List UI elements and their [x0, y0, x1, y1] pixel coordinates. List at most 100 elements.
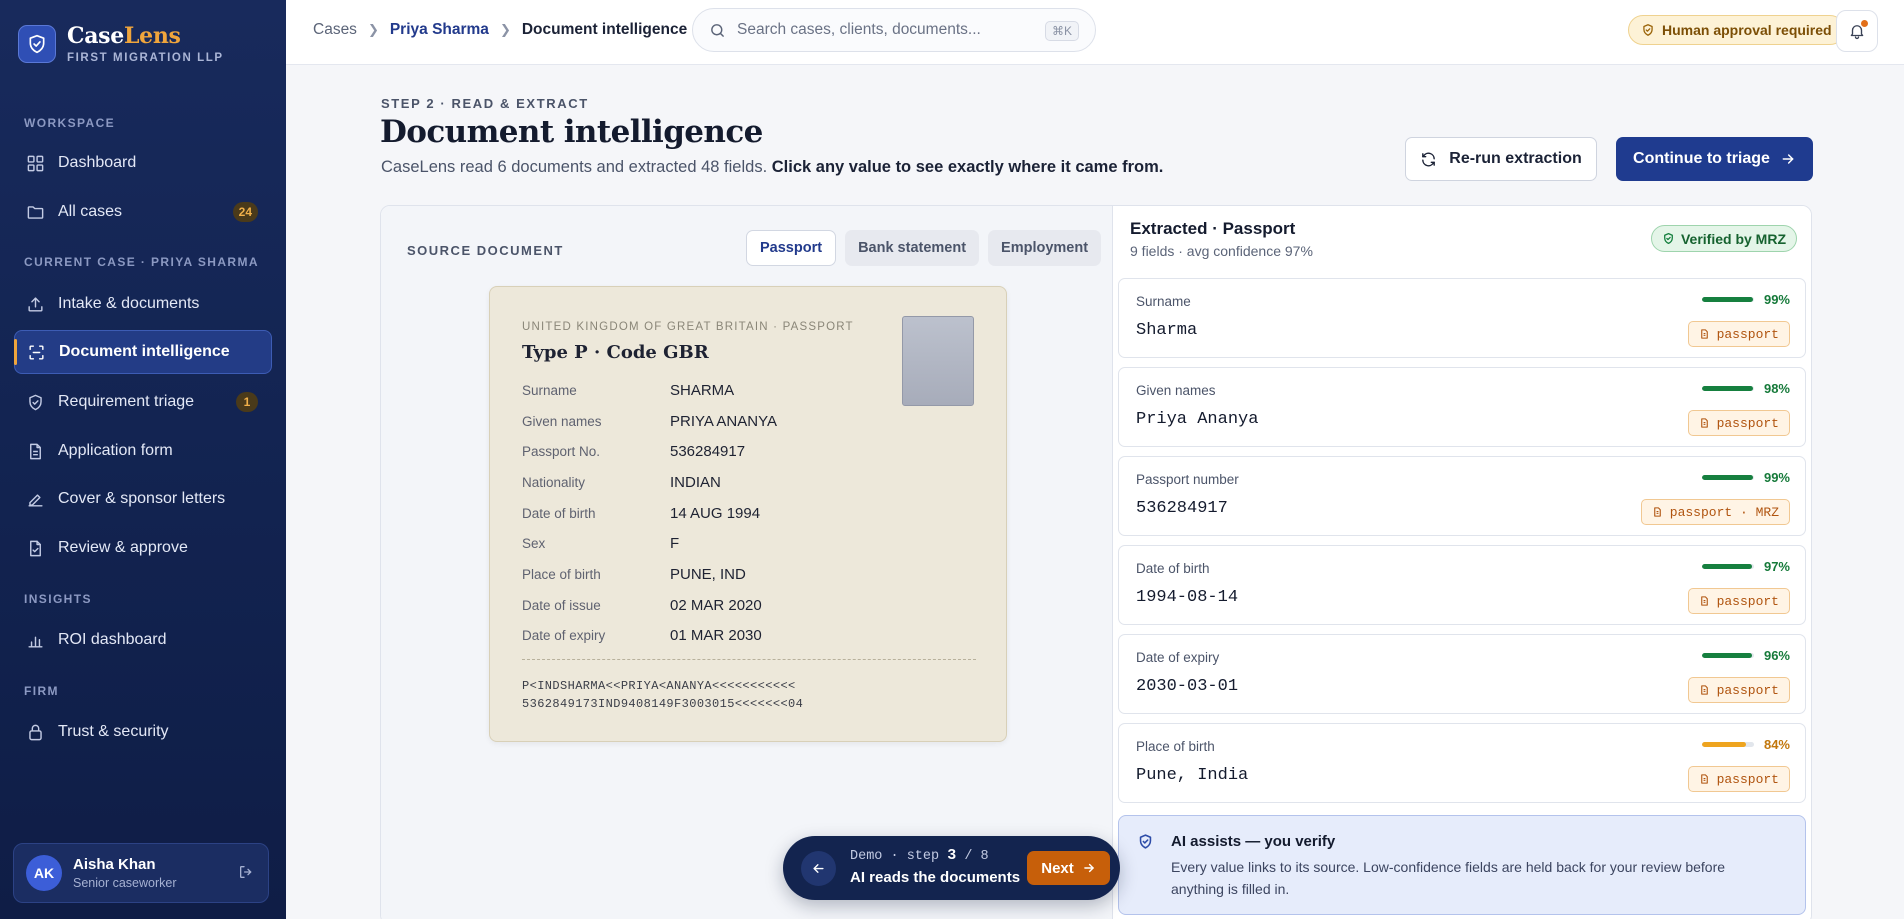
- sidebar-item-label: Review & approve: [58, 539, 188, 556]
- page-title: Document intelligence: [380, 114, 763, 150]
- rerun-extraction-button[interactable]: Re-run extraction: [1405, 137, 1597, 181]
- field-value[interactable]: 1994-08-14: [1136, 588, 1238, 607]
- document-icon: [30, 443, 41, 459]
- sidebar-item-dashboard[interactable]: Dashboard: [14, 141, 272, 185]
- upload-icon: [28, 296, 43, 312]
- scan-icon: [29, 344, 44, 360]
- sidebar-item-label: Intake & documents: [58, 295, 200, 312]
- user-card[interactable]: AK Aisha Khan Senior caseworker: [13, 843, 269, 903]
- ai-assist-body: Every value links to its source. Low-con…: [1171, 859, 1726, 897]
- confidence-indicator: 98%: [1701, 381, 1790, 396]
- confidence-bar-fill: [1701, 297, 1754, 302]
- sidebar-item-label: Requirement triage: [58, 393, 195, 410]
- sidebar-item-trust-security[interactable]: Trust & security: [14, 710, 272, 754]
- sidebar-item-document-intelligence[interactable]: Document intelligence: [14, 330, 272, 374]
- extracted-title: Extracted · Passport: [1130, 219, 1296, 238]
- source-link-chip[interactable]: passport: [1687, 677, 1790, 703]
- brand-name: CaseLens: [67, 23, 181, 49]
- arrow-left-icon: [813, 864, 824, 873]
- passport-row[interactable]: Passport No. 536284917: [522, 436, 777, 467]
- passport-mrz[interactable]: P<INDSHARMA<<PRIYA<ANANYA<<<<<<<<<<< 536…: [522, 677, 803, 713]
- source-link-chip[interactable]: passport: [1687, 766, 1790, 792]
- confidence-indicator: 97%: [1701, 559, 1790, 574]
- field-value[interactable]: Pune, India: [1136, 766, 1248, 785]
- brand[interactable]: CaseLens FIRST MIGRATION LLP: [18, 24, 224, 64]
- document-tabs: Passport Bank statement Employment: [746, 230, 1110, 266]
- demo-next-button[interactable]: Next: [1027, 851, 1110, 885]
- sidebar-item-roi-dashboard[interactable]: ROI dashboard: [14, 618, 272, 662]
- confidence-indicator: 99%: [1701, 292, 1790, 307]
- field-value[interactable]: Sharma: [1136, 321, 1197, 340]
- extracted-field-card[interactable]: Given names Priya Ananya 98% passport: [1118, 367, 1806, 447]
- demo-back-button[interactable]: [801, 851, 836, 886]
- search-icon: [711, 23, 724, 37]
- passport-row[interactable]: Given names PRIYA ANANYA: [522, 406, 777, 437]
- sidebar-item-requirement-triage[interactable]: Requirement triage 1: [14, 380, 272, 424]
- extracted-field-card[interactable]: Date of expiry 2030-03-01 96% passport: [1118, 634, 1806, 714]
- source-link-chip[interactable]: passport · MRZ: [1640, 499, 1790, 525]
- passport-preview[interactable]: UNITED KINGDOM OF GREAT BRITAIN · PASSPO…: [489, 286, 1007, 742]
- confidence-bar: [1701, 742, 1754, 747]
- extracted-field-card[interactable]: Passport number 536284917 99% passport · MR…: [1118, 456, 1806, 536]
- confidence-bar: [1701, 475, 1754, 480]
- search-input[interactable]: [737, 21, 1037, 39]
- passport-row[interactable]: Sex F: [522, 528, 777, 559]
- document-icon: [1700, 329, 1708, 339]
- field-value[interactable]: Priya Ananya: [1136, 410, 1258, 429]
- breadcrumb-cases[interactable]: Cases: [313, 21, 357, 39]
- breadcrumb-client[interactable]: Priya Sharma: [390, 21, 489, 39]
- field-label: Date of birth: [1136, 561, 1210, 576]
- grid-icon: [27, 155, 44, 171]
- passport-row[interactable]: Date of issue 02 MAR 2020: [522, 590, 777, 621]
- logout-icon[interactable]: [238, 864, 254, 885]
- confidence-indicator: 96%: [1701, 648, 1790, 663]
- tab-employment[interactable]: Employment: [988, 230, 1102, 266]
- field-value[interactable]: 2030-03-01: [1136, 677, 1238, 696]
- confidence-bar-fill: [1701, 653, 1752, 658]
- source-link-chip[interactable]: passport: [1687, 321, 1790, 347]
- confidence-bar: [1701, 297, 1754, 302]
- extracted-field-card[interactable]: Date of birth 1994-08-14 97% passport: [1118, 545, 1806, 625]
- sidebar-item-application-form[interactable]: Application form: [14, 429, 272, 473]
- passport-row[interactable]: Surname SHARMA: [522, 375, 777, 406]
- tab-bank-statement[interactable]: Bank statement: [845, 230, 980, 266]
- passport-row[interactable]: Place of birth PUNE, IND: [522, 559, 777, 590]
- tab-passport[interactable]: Passport: [746, 230, 837, 266]
- source-link-chip[interactable]: passport: [1687, 588, 1790, 614]
- lock-icon: [29, 724, 42, 740]
- confidence-value: 97%: [1763, 559, 1790, 574]
- confidence-value: 84%: [1763, 737, 1790, 752]
- continue-to-triage-button[interactable]: Continue to triage: [1616, 137, 1813, 181]
- arrow-right-icon: [1083, 863, 1094, 873]
- sidebar: CaseLens FIRST MIGRATION LLP WORKSPACE D…: [0, 0, 286, 919]
- sidebar-item-review-approve[interactable]: Review & approve: [14, 526, 272, 570]
- firm-name: FIRST MIGRATION LLP: [67, 52, 224, 64]
- passport-row[interactable]: Nationality INDIAN: [522, 467, 777, 498]
- source-link-chip[interactable]: passport: [1687, 410, 1790, 436]
- divider: [522, 659, 976, 660]
- sidebar-item-label: ROI dashboard: [58, 631, 167, 648]
- sidebar-item-label: Dashboard: [58, 154, 137, 171]
- sidebar-item-all-cases[interactable]: All cases 24: [14, 190, 272, 234]
- insights-section-label: INSIGHTS: [24, 592, 92, 606]
- field-value[interactable]: 536284917: [1136, 499, 1228, 518]
- confidence-bar: [1701, 564, 1754, 569]
- notification-dot: [1861, 20, 1868, 27]
- passport-row[interactable]: Date of birth 14 AUG 1994: [522, 498, 777, 529]
- ai-assist-title: AI assists — you verify: [1171, 833, 1336, 850]
- confidence-value: 99%: [1763, 292, 1790, 307]
- extracted-field-card[interactable]: Surname Sharma 99% passport: [1118, 278, 1806, 358]
- sidebar-item-cover-letters[interactable]: Cover & sponsor letters: [14, 477, 272, 521]
- notifications-button[interactable]: [1836, 10, 1878, 52]
- firm-section-label: FIRM: [24, 684, 59, 698]
- search-bar[interactable]: ⌘K: [692, 8, 1096, 52]
- passport-row[interactable]: Date of expiry 01 MAR 2030: [522, 621, 777, 652]
- extracted-fields-pane: Extracted · Passport 9 fields · avg conf…: [1113, 206, 1811, 919]
- extracted-subtitle: 9 fields · avg confidence 97%: [1130, 243, 1313, 259]
- document-icon: [1700, 774, 1708, 784]
- sidebar-item-intake[interactable]: Intake & documents: [14, 282, 272, 326]
- confidence-value: 98%: [1763, 381, 1790, 396]
- confidence-value: 99%: [1763, 470, 1790, 485]
- extracted-field-card[interactable]: Place of birth Pune, India 84% passport: [1118, 723, 1806, 803]
- current-case-section-label: CURRENT CASE · PRIYA SHARMA: [24, 255, 259, 269]
